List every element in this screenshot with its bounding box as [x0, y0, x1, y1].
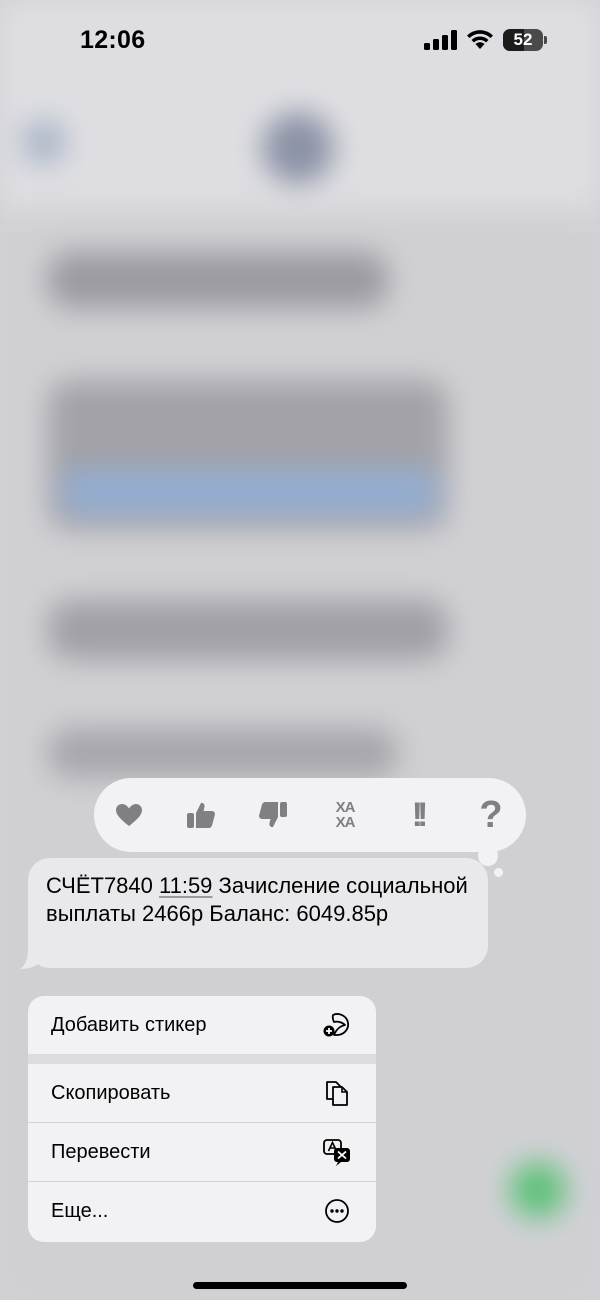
blurred-message	[48, 600, 448, 660]
status-time: 12:06	[80, 26, 146, 54]
menu-item-add-sticker[interactable]: Добавить стикер	[28, 996, 376, 1054]
menu-item-translate[interactable]: Перевести	[28, 1123, 376, 1181]
battery-icon: 52	[503, 29, 543, 51]
exclamation-reaction[interactable]: !!	[399, 795, 435, 834]
blurred-back-icon	[24, 122, 64, 162]
status-bar: 12:06 52	[0, 0, 600, 80]
wifi-icon	[467, 30, 493, 49]
question-reaction[interactable]: ?	[473, 794, 509, 836]
thumbs-up-reaction[interactable]	[183, 797, 219, 833]
battery-level: 52	[513, 30, 533, 49]
message-time-link[interactable]: 11:59	[159, 873, 212, 898]
blurred-message	[48, 252, 388, 308]
context-menu: Добавить стикер Скопировать Перевести Ещ…	[28, 996, 376, 1242]
menu-item-copy[interactable]: Скопировать	[28, 1064, 376, 1122]
haha-text-top: ХА	[335, 799, 356, 816]
message-bubble[interactable]: СЧЁТ7840 11:59 Зачисление социальной вып…	[28, 858, 488, 968]
reaction-bar-tail-dot	[494, 868, 503, 877]
menu-item-label: Добавить стикер	[51, 1013, 207, 1036]
menu-item-more[interactable]: Еще...	[28, 1182, 376, 1240]
message-text-start: СЧЁТ7840	[46, 873, 159, 898]
double-exclamation-icon: !!	[411, 795, 428, 834]
thumbs-up-icon	[187, 802, 215, 828]
translate-icon	[323, 1139, 350, 1166]
menu-item-label: Скопировать	[51, 1081, 171, 1104]
battery-cap	[544, 36, 547, 44]
menu-section-gap	[28, 1054, 376, 1064]
haha-text-bottom: ХА	[335, 814, 356, 831]
heart-icon	[116, 804, 142, 826]
blurred-message	[48, 728, 398, 778]
menu-item-label: Еще...	[51, 1199, 109, 1222]
heart-reaction[interactable]	[111, 797, 147, 833]
thumbs-down-reaction[interactable]	[255, 797, 291, 833]
thumbs-down-icon	[259, 802, 287, 828]
cellular-signal-icon	[424, 30, 457, 50]
blurred-link	[60, 470, 440, 514]
home-indicator[interactable]	[193, 1282, 407, 1289]
reaction-bar: ХА ХА !! ?	[94, 778, 526, 852]
sticker-add-icon	[323, 1013, 350, 1037]
question-icon: ?	[479, 793, 503, 836]
more-icon	[325, 1199, 349, 1223]
copy-icon	[326, 1081, 348, 1106]
haha-reaction[interactable]: ХА ХА	[327, 797, 363, 833]
menu-item-label: Перевести	[51, 1140, 151, 1163]
blurred-avatar	[262, 112, 334, 184]
blurred-green-button	[510, 1162, 566, 1218]
